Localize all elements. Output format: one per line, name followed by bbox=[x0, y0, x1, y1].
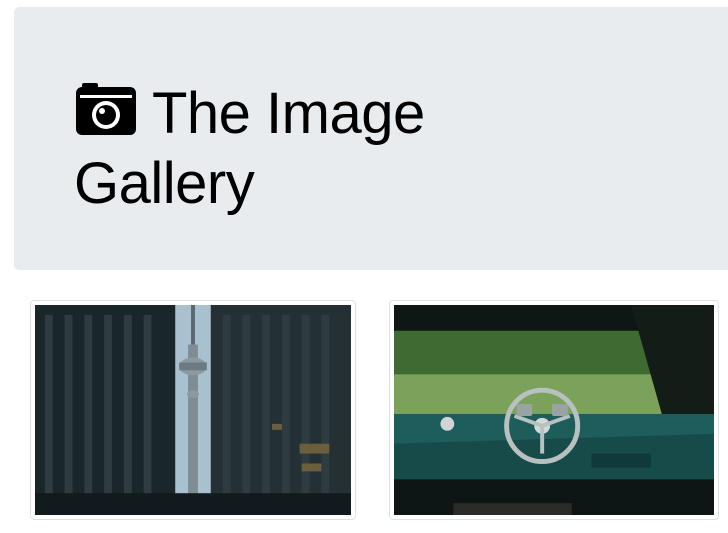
gallery-image-car[interactable] bbox=[389, 300, 719, 520]
gallery-image-city[interactable] bbox=[30, 300, 356, 520]
city-tower-image bbox=[35, 305, 351, 515]
jumbotron-header: The Image Gallery bbox=[14, 7, 728, 270]
car-dashboard-image bbox=[394, 305, 714, 515]
page-title: The Image Gallery bbox=[74, 79, 494, 219]
camera-icon bbox=[74, 81, 138, 137]
